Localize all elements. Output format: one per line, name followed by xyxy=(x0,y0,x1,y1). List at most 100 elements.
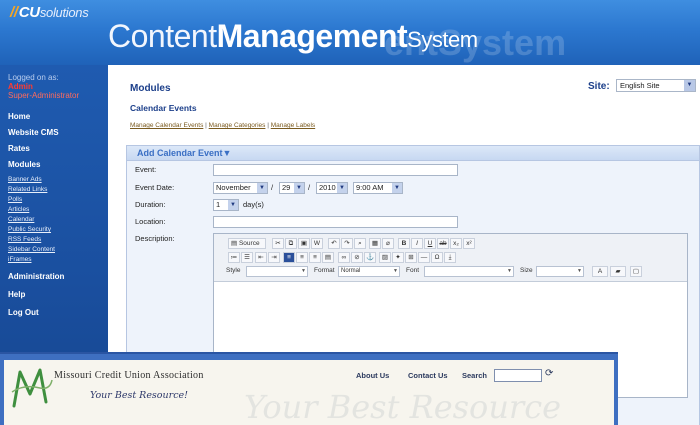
mcua-website-screenshot: Missouri Credit Union Association Your B… xyxy=(0,352,618,425)
mcua-nav-search-label: Search xyxy=(462,371,488,380)
italic-icon[interactable]: I xyxy=(411,238,423,249)
sidebar-item-home[interactable]: Home xyxy=(8,112,30,121)
text-color-icon[interactable]: A xyxy=(592,266,608,277)
sidebar-subitem-polls[interactable]: Polls xyxy=(8,196,22,203)
mcua-search-input[interactable] xyxy=(494,369,542,382)
size-label: Size xyxy=(520,267,533,274)
app-title: ContentManagementSystem xyxy=(108,18,478,55)
strikethrough-icon[interactable]: ab xyxy=(437,238,449,249)
mcua-tagline-watermark: Your Best Resource xyxy=(244,388,562,425)
duration-label: Duration: xyxy=(135,200,166,209)
flash-icon[interactable]: ✦ xyxy=(392,252,404,263)
year-select-value: 2010 xyxy=(319,183,336,192)
size-dropdown[interactable]: ▼ xyxy=(536,266,584,277)
mcua-nav-about-us[interactable]: About Us xyxy=(356,371,389,380)
sidebar-item-administration[interactable]: Administration xyxy=(8,272,64,281)
month-select-value: November xyxy=(216,183,251,192)
paste-icon[interactable]: ▣ xyxy=(298,238,310,249)
source-button-label: Source xyxy=(238,240,260,247)
unlink-icon[interactable]: ⊘ xyxy=(351,252,363,263)
align-center-icon[interactable]: ≡ xyxy=(296,252,308,263)
numbered-list-icon[interactable]: ≔ xyxy=(228,252,240,263)
font-label: Font xyxy=(406,267,420,274)
event-label: Event: xyxy=(135,165,157,174)
link-manage-calendar-events[interactable]: Manage Calendar Events xyxy=(130,122,203,129)
outdent-icon[interactable]: ⇤ xyxy=(255,252,267,263)
sidebar-subitem-public-security[interactable]: Public Security xyxy=(8,226,51,233)
cu-solutions-logo: //CUsolutions xyxy=(10,4,89,21)
location-label: Location: xyxy=(135,217,166,226)
app-title-part-content: Content xyxy=(108,18,217,54)
link-manage-labels[interactable]: Manage Labels xyxy=(271,122,315,129)
sidebar-subitem-articles[interactable]: Articles xyxy=(8,206,29,213)
user-role: Super-Administrator xyxy=(8,91,80,100)
format-dropdown[interactable]: Normal ▼ xyxy=(338,266,400,277)
copy-icon[interactable]: ⧉ xyxy=(285,238,297,249)
link-icon[interactable]: ∞ xyxy=(338,252,350,263)
maximize-icon[interactable]: ▢ xyxy=(630,266,642,277)
find-icon[interactable]: ⌕ xyxy=(354,238,366,249)
special-char-icon[interactable]: Ω xyxy=(431,252,443,263)
remove-format-icon[interactable]: ⌀ xyxy=(382,238,394,249)
indent-icon[interactable]: ⇥ xyxy=(268,252,280,263)
bold-icon[interactable]: B xyxy=(398,238,410,249)
source-button[interactable]: ▤ Source xyxy=(228,238,266,249)
font-dropdown[interactable]: ▼ xyxy=(424,266,514,277)
sidebar-subitem-rss-feeds[interactable]: RSS Feeds xyxy=(8,236,41,243)
time-select[interactable]: 9:00 AM ▼ xyxy=(353,182,403,194)
sidebar-item-log-out[interactable]: Log Out xyxy=(8,308,39,317)
sidebar-subitem-related-links[interactable]: Related Links xyxy=(8,186,47,193)
underline-icon[interactable]: U xyxy=(424,238,436,249)
day-select-value: 29 xyxy=(282,183,291,192)
chevron-down-icon: ▼ xyxy=(507,268,512,274)
paste-word-icon[interactable]: W xyxy=(311,238,323,249)
duration-select[interactable]: 1 ▼ xyxy=(213,199,239,211)
anchor-icon[interactable]: ⚓ xyxy=(364,252,376,263)
page-break-icon[interactable]: ⤓ xyxy=(444,252,456,263)
table-icon[interactable]: ⊞ xyxy=(405,252,417,263)
editor-toolbar: ▤ Source ✂ ⧉ ▣ W ↶ ↷ ⌕ ▦ ⌀ B I U ab x₂ x… xyxy=(214,234,687,282)
sidebar-item-website-cms[interactable]: Website CMS xyxy=(8,128,59,137)
year-select[interactable]: 2010 ▼ xyxy=(316,182,348,194)
site-select-value: English Site xyxy=(620,81,660,90)
format-dropdown-value: Normal xyxy=(341,268,361,274)
chevron-down-icon: ▼ xyxy=(392,183,402,193)
superscript-icon[interactable]: x² xyxy=(463,238,475,249)
sidebar-item-help[interactable]: Help xyxy=(8,290,25,299)
event-input[interactable] xyxy=(213,164,458,176)
sidebar-subitem-banner-ads[interactable]: Banner Ads xyxy=(8,176,42,183)
align-left-icon[interactable]: ≡ xyxy=(283,252,295,263)
panel-title[interactable]: Add Calendar Event▼ xyxy=(137,148,231,158)
mcua-tagline: Your Best Resource! xyxy=(90,390,188,401)
sidebar-subitem-calendar[interactable]: Calendar xyxy=(8,216,34,223)
undo-icon[interactable]: ↶ xyxy=(328,238,340,249)
style-dropdown[interactable]: ▼ xyxy=(246,266,308,277)
background-color-icon[interactable]: ▰ xyxy=(610,266,626,277)
sidebar-subitem-sidebar-content[interactable]: Sidebar Content xyxy=(8,246,55,253)
site-select[interactable]: English Site ▼ xyxy=(616,79,696,92)
redo-icon[interactable]: ↷ xyxy=(341,238,353,249)
mcua-nav-contact-us[interactable]: Contact Us xyxy=(408,371,448,380)
bulleted-list-icon[interactable]: ☰ xyxy=(241,252,253,263)
justify-icon[interactable]: ▤ xyxy=(322,252,334,263)
sidebar-subitem-iframes[interactable]: iFrames xyxy=(8,256,31,263)
select-all-icon[interactable]: ▦ xyxy=(369,238,381,249)
link-manage-categories[interactable]: Manage Categories xyxy=(209,122,266,129)
align-right-icon[interactable]: ≡ xyxy=(309,252,321,263)
style-label: Style xyxy=(226,267,241,274)
cut-icon[interactable]: ✂ xyxy=(272,238,284,249)
month-select[interactable]: November ▼ xyxy=(213,182,268,194)
sidebar-item-rates[interactable]: Rates xyxy=(8,144,30,153)
subscript-icon[interactable]: x₂ xyxy=(450,238,462,249)
sidebar-item-modules[interactable]: Modules xyxy=(8,160,40,169)
image-icon[interactable]: ▨ xyxy=(379,252,391,263)
chevron-down-icon: ▼ xyxy=(228,200,238,210)
duration-select-value: 1 xyxy=(216,200,221,209)
location-input[interactable] xyxy=(213,216,458,228)
site-label: Site: xyxy=(588,81,610,92)
horizontal-rule-icon[interactable]: ― xyxy=(418,252,430,263)
panel-header: Add Calendar Event▼ xyxy=(127,146,699,161)
day-select[interactable]: 29 ▼ xyxy=(279,182,305,194)
mcua-search-go-icon[interactable]: ⟳ xyxy=(545,368,553,379)
section-title: Calendar Events xyxy=(130,103,197,113)
